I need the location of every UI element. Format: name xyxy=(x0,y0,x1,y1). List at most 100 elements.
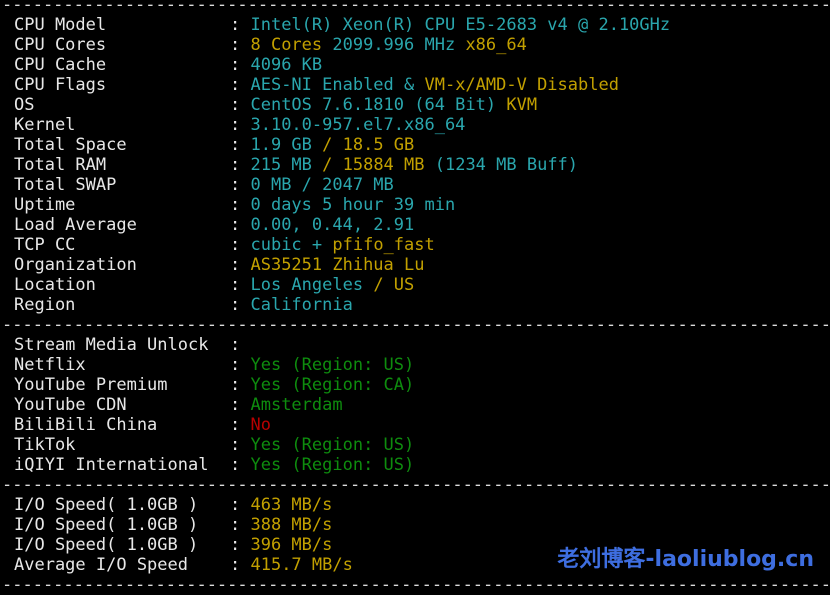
colon: : xyxy=(230,395,251,415)
row-cpu-flags: CPU Flags: AES-NI Enabled & VM-x/AMD-V D… xyxy=(0,75,830,95)
colon: : xyxy=(230,215,251,235)
value-segment: 463 MB/s xyxy=(250,495,333,515)
row-label: Average I/O Speed xyxy=(14,555,188,575)
colon: : xyxy=(230,75,251,95)
value-segment: 0 days 5 hour 39 min xyxy=(250,195,456,215)
watermark: 老刘博客-laoliublog.cn xyxy=(557,547,814,572)
separator-line: ----------------------------------------… xyxy=(2,575,830,595)
value-segment: 8 Cores xyxy=(250,35,333,55)
row-total-swap: Total SWAP: 0 MB / 2047 MB xyxy=(0,175,830,195)
row-cpu-model: CPU Model: Intel(R) Xeon(R) CPU E5-2683 … xyxy=(0,15,830,35)
value-segment: / 15884 MB xyxy=(322,155,435,175)
value-segment: KVM xyxy=(506,95,538,115)
row-uptime: Uptime: 0 days 5 hour 39 min xyxy=(0,195,830,215)
separator-line: ----------------------------------------… xyxy=(2,475,830,495)
value-segment: / 18.5 GB xyxy=(322,135,415,155)
value-segment: 4096 KB xyxy=(250,55,323,75)
row-label: Netflix xyxy=(14,355,86,375)
colon: : xyxy=(230,175,251,195)
row-label: CPU Cache xyxy=(14,55,107,75)
row-bilibili-china: BiliBili China: No xyxy=(0,415,830,435)
value-segment: 388 MB/s xyxy=(250,515,333,535)
value-segment: Intel(R) Xeon(R) CPU E5-2683 v4 @ 2.10GH… xyxy=(250,15,671,35)
value-segment: x86_64 xyxy=(465,35,527,55)
terminal-output: ----------------------------------------… xyxy=(0,0,830,595)
row-kernel: Kernel: 3.10.0-957.el7.x86_64 xyxy=(0,115,830,135)
value-segment: Amsterdam xyxy=(250,395,343,415)
row-label: Location xyxy=(14,275,96,295)
value-segment: Yes (Region: US) xyxy=(250,355,415,375)
row-label: iQIYI International xyxy=(14,455,209,475)
row-i-o-speed-1-0gb: I/O Speed( 1.0GB ): 463 MB/s xyxy=(0,495,830,515)
value-segment: Yes (Region: US) xyxy=(250,435,415,455)
value-segment: AS35251 Zhihua Lu xyxy=(250,255,425,275)
row-label: CPU Cores xyxy=(14,35,107,55)
row-os: OS: CentOS 7.6.1810 (64 Bit) KVM xyxy=(0,95,830,115)
colon: : xyxy=(230,295,251,315)
row-location: Location: Los Angeles / US xyxy=(0,275,830,295)
separator-line: ----------------------------------------… xyxy=(2,315,830,335)
value-segment: 3.10.0-957.el7.x86_64 xyxy=(250,115,466,135)
row-i-o-speed-1-0gb: I/O Speed( 1.0GB ): 388 MB/s xyxy=(0,515,830,535)
value-segment: 1.9 GB xyxy=(250,135,323,155)
colon: : xyxy=(230,275,251,295)
row-youtube-cdn: YouTube CDN: Amsterdam xyxy=(0,395,830,415)
row-cpu-cores: CPU Cores: 8 Cores 2099.996 MHz x86_64 xyxy=(0,35,830,55)
row-label: OS xyxy=(14,95,35,115)
value-segment: 396 MB/s xyxy=(250,535,333,555)
row-label: CPU Flags xyxy=(14,75,107,95)
row-organization: Organization: AS35251 Zhihua Lu xyxy=(0,255,830,275)
colon: : xyxy=(230,495,251,515)
row-label: Load Average xyxy=(14,215,137,235)
row-youtube-premium: YouTube Premium: Yes (Region: CA) xyxy=(0,375,830,395)
row-netflix: Netflix: Yes (Region: US) xyxy=(0,355,830,375)
row-label: TCP CC xyxy=(14,235,76,255)
colon: : xyxy=(230,415,251,435)
value-segment: 2099.996 MHz xyxy=(332,35,466,55)
colon: : xyxy=(230,235,251,255)
colon: : xyxy=(230,335,251,355)
colon: : xyxy=(230,155,251,175)
row-load-average: Load Average: 0.00, 0.44, 2.91 xyxy=(0,215,830,235)
colon: : xyxy=(230,555,251,575)
value-segment: AES-NI Enabled & xyxy=(250,75,425,95)
colon: : xyxy=(230,435,251,455)
row-region: Region: California xyxy=(0,295,830,315)
row-label: Total Space xyxy=(14,135,127,155)
colon: : xyxy=(230,455,251,475)
separator-line: ----------------------------------------… xyxy=(2,0,830,15)
row-label: I/O Speed( 1.0GB ) xyxy=(14,535,199,555)
value-segment: (1234 MB Buff) xyxy=(434,155,579,175)
value-segment: CentOS 7.6.1810 (64 Bit) xyxy=(250,95,507,115)
row-tcp-cc: TCP CC: cubic + pfifo_fast xyxy=(0,235,830,255)
row-label: Uptime xyxy=(14,195,76,215)
row-label: Organization xyxy=(14,255,137,275)
value-segment: 415.7 MB/s xyxy=(250,555,353,575)
row-label: Kernel xyxy=(14,115,76,135)
row-label: Stream Media Unlock xyxy=(14,335,209,355)
colon: : xyxy=(230,255,251,275)
colon: : xyxy=(230,535,251,555)
row-total-ram: Total RAM: 215 MB / 15884 MB (1234 MB Bu… xyxy=(0,155,830,175)
row-total-space: Total Space: 1.9 GB / 18.5 GB xyxy=(0,135,830,155)
colon: : xyxy=(230,35,251,55)
value-segment: 0.00, 0.44, 2.91 xyxy=(250,215,415,235)
value-segment: Yes (Region: US) xyxy=(250,455,415,475)
colon: : xyxy=(230,15,251,35)
colon: : xyxy=(230,115,251,135)
row-label: I/O Speed( 1.0GB ) xyxy=(14,515,199,535)
value-segment: 0 MB / 2047 MB xyxy=(250,175,394,195)
row-label: CPU Model xyxy=(14,15,107,35)
colon: : xyxy=(230,375,251,395)
value-segment: pfifo_fast xyxy=(332,235,435,255)
value-segment: No xyxy=(250,415,271,435)
colon: : xyxy=(230,355,251,375)
row-label: TikTok xyxy=(14,435,76,455)
colon: : xyxy=(230,95,251,115)
colon: : xyxy=(230,195,251,215)
row-label: I/O Speed( 1.0GB ) xyxy=(14,495,199,515)
value-segment: California xyxy=(250,295,353,315)
row-label: YouTube CDN xyxy=(14,395,127,415)
colon: : xyxy=(230,135,251,155)
row-label: Total SWAP xyxy=(14,175,117,195)
